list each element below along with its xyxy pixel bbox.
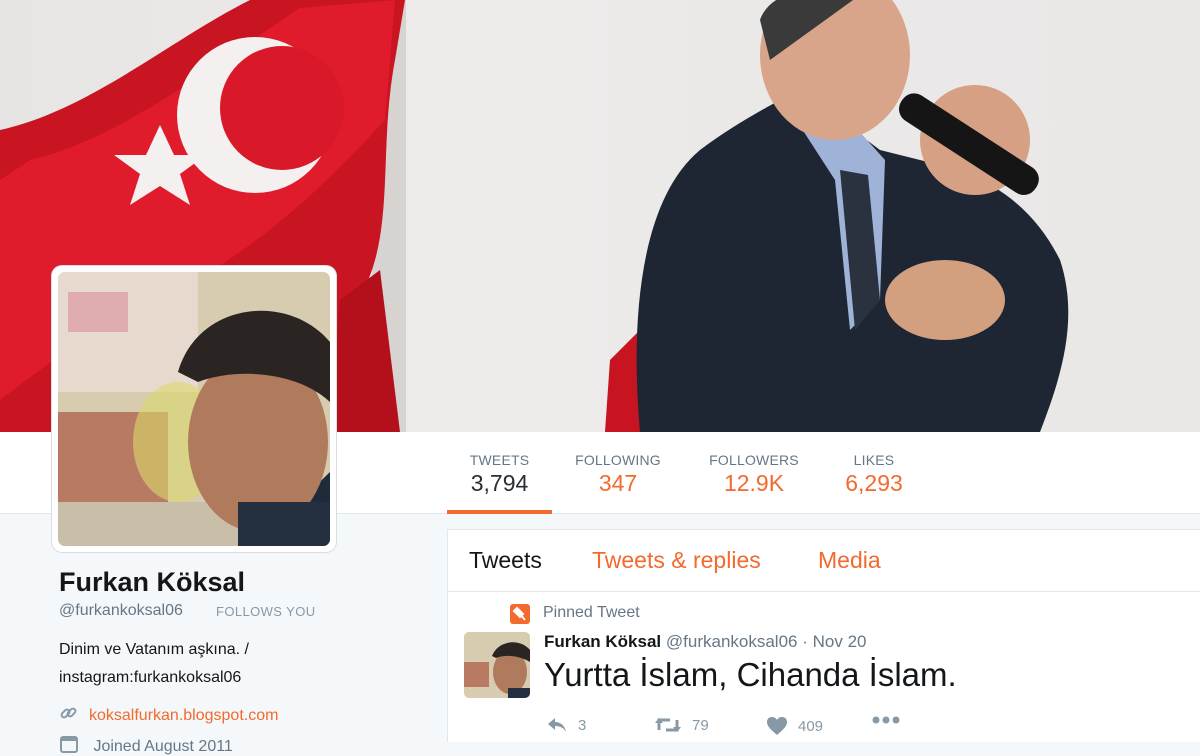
tweet-avatar[interactable] [464,632,530,698]
tweet-author-name[interactable]: Furkan Köksal [544,632,661,651]
tweet-header: Furkan Köksal @furkankoksal06 · Nov 20 [544,632,867,652]
timeline-tabs: Tweets Tweets & replies Media [448,530,1200,592]
timeline: Tweets Tweets & replies Media Pinned Twe… [447,529,1200,742]
stat-following[interactable]: FOLLOWING 347 [562,432,674,514]
stat-value: 347 [598,470,638,496]
more-button[interactable] [872,716,900,724]
more-icon [872,716,900,724]
joined-text: Joined August 2011 [93,738,233,755]
calendar-icon [60,736,78,753]
stat-label: TWEETS [469,452,530,468]
pinned-label: Pinned Tweet [543,604,640,621]
bio-line: Dinim ve Vatanım aşkına. / [59,641,249,658]
profile-handle[interactable]: @furkankoksal06 [59,602,183,620]
website-link[interactable]: koksalfurkan.blogspot.com [89,707,278,724]
avatar-image [58,272,330,546]
retweet-button[interactable]: 79 [654,716,709,734]
like-count: 409 [798,717,824,735]
stat-label: FOLLOWING [575,452,661,468]
stat-value: 6,293 [845,470,903,496]
pin-icon [510,604,530,624]
profile-name: Furkan Köksal [59,567,246,597]
stat-value: 3,794 [470,470,529,496]
tab-media[interactable]: Media [818,547,881,574]
tab-tweets-replies[interactable]: Tweets & replies [592,547,761,574]
stat-label: LIKES [853,452,895,468]
link-icon [60,707,77,719]
reply-icon [548,718,566,732]
bio-line: instagram:furkankoksal06 [59,669,242,686]
profile-joined: Joined August 2011 [59,734,233,756]
tab-tweets[interactable]: Tweets [469,547,542,574]
reply-button[interactable]: 3 [546,716,586,734]
profile-website: koksalfurkan.blogspot.com [59,703,278,725]
tweet-separator: · [802,632,808,651]
profile-bio: Dinim ve Vatanım aşkına. / instagram:fur… [59,636,419,692]
stat-value: 12.9K [723,470,785,496]
retweet-icon [655,718,681,732]
heart-icon [767,717,787,735]
tweet-date[interactable]: Nov 20 [813,632,867,651]
stat-followers[interactable]: FOLLOWERS 12.9K [698,432,810,514]
follows-you-badge: FOLLOWS YOU [216,604,316,619]
like-button[interactable]: 409 [766,716,823,736]
stat-tweets[interactable]: TWEETS 3,794 [447,432,552,514]
profile-avatar[interactable] [52,266,336,552]
reply-count: 3 [578,716,587,734]
stat-label: FOLLOWERS [709,452,799,468]
stat-likes[interactable]: LIKES 6,293 [830,432,918,514]
retweet-count: 79 [692,716,709,734]
tweet-author-handle[interactable]: @furkankoksal06 [666,632,798,651]
tweet-text: Yurtta İslam, Cihanda İslam. [544,656,957,693]
